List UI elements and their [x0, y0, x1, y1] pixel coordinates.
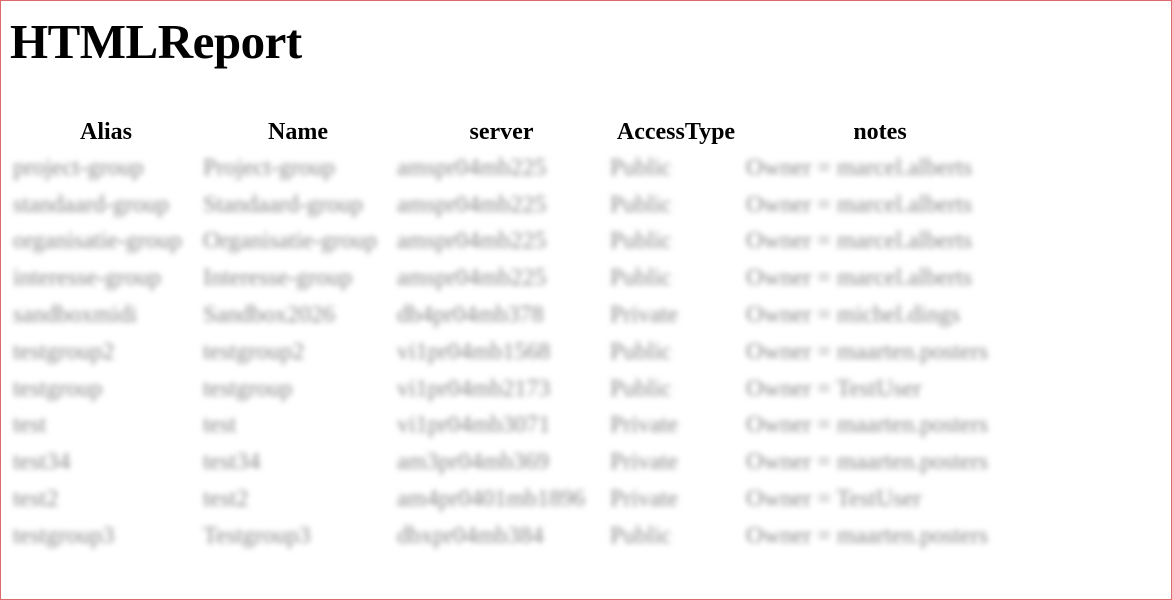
cell-accesstype: Public: [610, 191, 672, 218]
cell-server: amspr04mb225: [397, 265, 547, 292]
cell-notes: Owner = michel.dings: [746, 302, 961, 329]
cell-accesstype: Private: [610, 302, 678, 329]
table-row: standaard-group Standaard-group amspr04mb2…: [11, 187, 1016, 224]
cell-accesstype: Public: [610, 265, 672, 292]
page-title: HTMLReport: [10, 14, 302, 69]
table-body: project-group Project-group amspr04mb225 Pu…: [11, 150, 1016, 555]
table-row: project-group Project-group amspr04mb225 Pu…: [11, 150, 1016, 187]
cell-name: Interesse-group: [203, 265, 353, 292]
cell-server: vi1pr04mb1568: [397, 338, 551, 365]
cell-server: vi1pr04mb2173: [397, 375, 551, 402]
cell-server: amspr04mb225: [397, 154, 547, 181]
table-row: testgroup testgroup vi1pr04mb2173 Public Own…: [11, 371, 1016, 408]
cell-name: test2: [203, 486, 249, 513]
cell-name: testgroup: [203, 375, 293, 402]
cell-name: Organisatie-group: [203, 228, 378, 255]
cell-accesstype: Public: [610, 228, 672, 255]
cell-accesstype: Public: [610, 375, 672, 402]
cell-name: testgroup2: [203, 338, 305, 365]
cell-accesstype: Public: [610, 338, 672, 365]
table-row: test34 test34 am3pr04mb369 Private Owner = m…: [11, 444, 1016, 481]
cell-server: dbxpr04mb384: [397, 522, 544, 549]
cell-server: vi1pr04mb3071: [397, 412, 551, 439]
cell-notes: Owner = TestUser: [746, 375, 922, 402]
cell-accesstype: Private: [610, 486, 678, 513]
cell-notes: Owner = marcel.alberts: [746, 154, 973, 181]
cell-name: test34: [203, 449, 261, 476]
cell-name: Project-group: [203, 154, 335, 181]
table-row: organisatie-group Organisatie-group amspr0…: [11, 224, 1016, 261]
table-row: interesse-group Interesse-group amspr04mb2…: [11, 260, 1016, 297]
cell-accesstype: Public: [610, 522, 672, 549]
table-row: test test vi1pr04mb3071 Private Owner = maar…: [11, 408, 1016, 445]
cell-notes: Owner = maarten.posters: [746, 522, 989, 549]
column-header-accesstype: AccessType: [616, 118, 736, 145]
cell-alias: project-group: [13, 154, 144, 181]
cell-name: test: [203, 412, 237, 439]
cell-notes: Owner = TestUser: [746, 486, 922, 513]
column-header-alias: Alias: [79, 118, 132, 145]
cell-alias: interesse-group: [13, 265, 161, 292]
cell-server: amspr04mb225: [397, 191, 547, 218]
cell-notes: Owner = maarten.posters: [746, 412, 989, 439]
cell-notes: Owner = maarten.posters: [746, 338, 989, 365]
column-header-server: server: [469, 118, 534, 145]
cell-accesstype: Public: [610, 154, 672, 181]
cell-server: am4pr0401mb1896: [397, 486, 585, 513]
cell-accesstype: Private: [610, 449, 678, 476]
table-header-row: Alias Name server AccessType notes: [11, 114, 1016, 150]
report-page: HTMLReport Alias Name server AccessType …: [0, 0, 1172, 600]
cell-alias: testgroup: [13, 375, 103, 402]
report-table: Alias Name server AccessType notes proje…: [11, 114, 1016, 555]
cell-notes: Owner = marcel.alberts: [746, 228, 973, 255]
cell-name: Sandbox2026: [203, 302, 335, 329]
table-row: sandboxmidi Sandbox2026 db4pr04mb378 Privat…: [11, 297, 1016, 334]
cell-notes: Owner = marcel.alberts: [746, 191, 973, 218]
cell-alias: testgroup3: [13, 522, 115, 549]
cell-alias: test: [13, 412, 47, 439]
cell-notes: Owner = maarten.posters: [746, 449, 989, 476]
column-header-notes: notes: [853, 118, 907, 145]
cell-alias: testgroup2: [13, 338, 115, 365]
table-row: testgroup3 Testgroup3 dbxpr04mb384 Public Ow…: [11, 518, 1016, 555]
table-row: test2 test2 am4pr0401mb1896 Private Owner = …: [11, 481, 1016, 518]
cell-alias: sandboxmidi: [13, 302, 137, 329]
column-header-name: Name: [268, 118, 328, 145]
cell-alias: test2: [13, 486, 59, 513]
table-row: testgroup2 testgroup2 vi1pr04mb1568 Public O…: [11, 334, 1016, 371]
cell-alias: organisatie-group: [13, 228, 182, 255]
cell-name: Testgroup3: [203, 522, 311, 549]
cell-notes: Owner = marcel.alberts: [746, 265, 973, 292]
cell-server: am3pr04mb369: [397, 449, 549, 476]
cell-alias: test34: [13, 449, 71, 476]
cell-alias: standaard-group: [13, 191, 169, 218]
cell-server: amspr04mb225: [397, 228, 547, 255]
cell-server: db4pr04mb378: [397, 302, 544, 329]
cell-accesstype: Private: [610, 412, 678, 439]
cell-name: Standaard-group: [203, 191, 363, 218]
